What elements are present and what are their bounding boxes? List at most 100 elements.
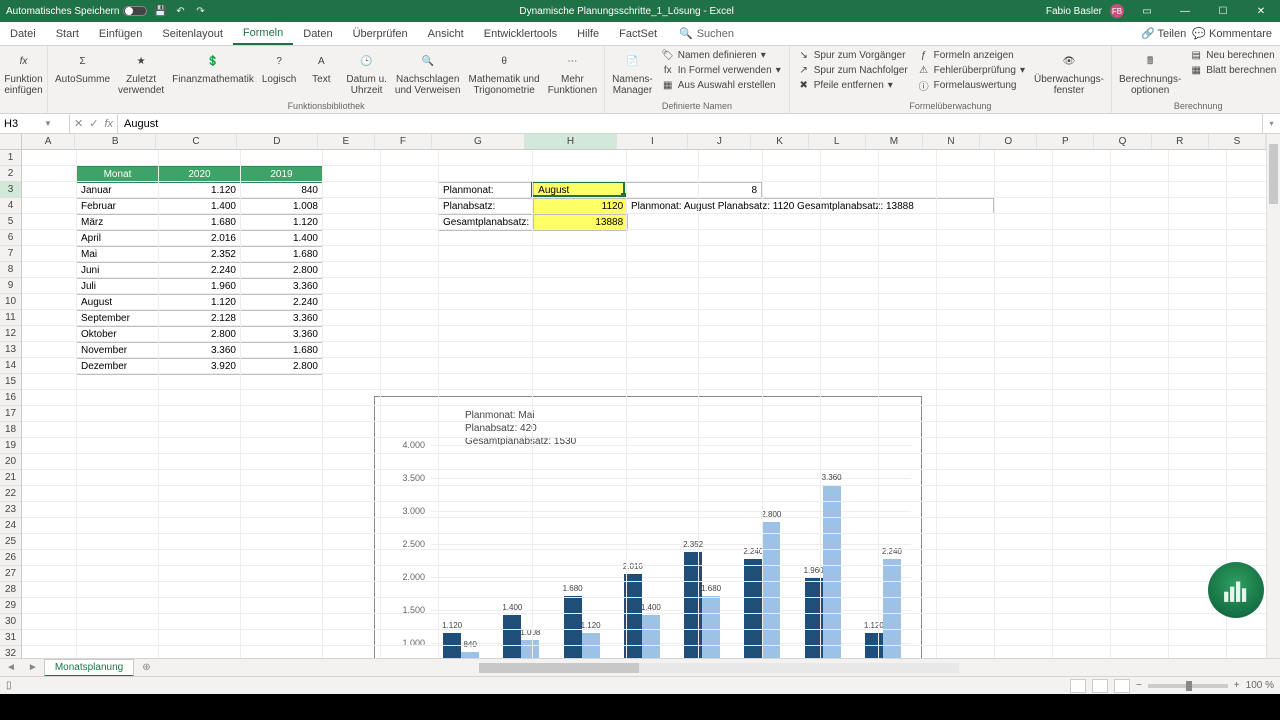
sheet-nav-next-icon[interactable]: ► — [22, 662, 44, 673]
horizontal-scrollbar[interactable] — [159, 663, 1280, 673]
col-header-J[interactable]: J — [688, 134, 751, 149]
use-in-formula-button[interactable]: fxIn Formel verwenden ▾ — [658, 63, 785, 77]
scroll-thumb[interactable] — [1269, 144, 1278, 204]
name-box[interactable]: ▼ — [0, 114, 70, 133]
ribbon-display-icon[interactable]: ▭ — [1132, 0, 1162, 22]
tab-factset[interactable]: FactSet — [609, 22, 667, 45]
tab-formeln[interactable]: Formeln — [233, 22, 293, 45]
name-manager-button[interactable]: 📄Namens- Manager — [609, 48, 656, 98]
col-header-C[interactable]: C — [156, 134, 237, 149]
col-header-H[interactable]: H — [525, 134, 618, 149]
row-header-17[interactable]: 17 — [0, 406, 21, 422]
tab-datei[interactable]: Datei — [0, 22, 46, 45]
row-header-6[interactable]: 6 — [0, 230, 21, 246]
zoom-knob[interactable] — [1186, 681, 1192, 691]
col-header-G[interactable]: G — [432, 134, 525, 149]
tab-daten[interactable]: Daten — [293, 22, 342, 45]
zoom-out-button[interactable]: − — [1136, 680, 1142, 691]
tab-entwicklertools[interactable]: Entwicklertools — [474, 22, 567, 45]
show-formulas-button[interactable]: ƒFormeln anzeigen — [914, 48, 1029, 62]
col-header-K[interactable]: K — [751, 134, 808, 149]
normal-view-button[interactable] — [1070, 679, 1086, 693]
tab-ueberpruefen[interactable]: Überprüfen — [343, 22, 418, 45]
col-header-A[interactable]: A — [22, 134, 75, 149]
comments-button[interactable]: 💬 Kommentare — [1192, 27, 1272, 40]
tab-start[interactable]: Start — [46, 22, 89, 45]
page-layout-view-button[interactable] — [1092, 679, 1108, 693]
zoom-slider[interactable] — [1148, 684, 1228, 688]
col-header-S[interactable]: S — [1209, 134, 1266, 149]
row-header-20[interactable]: 20 — [0, 454, 21, 470]
select-all-corner[interactable] — [0, 134, 22, 150]
trace-precedents-button[interactable]: ↘Spur zum Vorgänger — [794, 48, 912, 62]
logical-button[interactable]: ?Logisch — [259, 48, 299, 87]
col-header-P[interactable]: P — [1037, 134, 1094, 149]
formula-input[interactable] — [124, 118, 1256, 130]
col-header-R[interactable]: R — [1152, 134, 1209, 149]
row-header-8[interactable]: 8 — [0, 262, 21, 278]
row-header-30[interactable]: 30 — [0, 614, 21, 630]
col-header-I[interactable]: I — [617, 134, 688, 149]
autosum-button[interactable]: ΣAutoSumme — [52, 48, 113, 87]
watch-window-button[interactable]: 👁Überwachungs- fenster — [1031, 48, 1107, 98]
row-header-11[interactable]: 11 — [0, 310, 21, 326]
col-header-L[interactable]: L — [809, 134, 866, 149]
row-header-4[interactable]: 4 — [0, 198, 21, 214]
row-header-25[interactable]: 25 — [0, 534, 21, 550]
tab-hilfe[interactable]: Hilfe — [567, 22, 609, 45]
minimize-icon[interactable]: ― — [1170, 0, 1200, 22]
row-header-21[interactable]: 21 — [0, 470, 21, 486]
row-header-27[interactable]: 27 — [0, 566, 21, 582]
define-name-button[interactable]: 🏷Namen definieren ▾ — [658, 48, 785, 62]
sheet-tab-monatsplanung[interactable]: Monatsplanung — [44, 659, 134, 677]
row-header-19[interactable]: 19 — [0, 438, 21, 454]
more-fn-button[interactable]: ⋯Mehr Funktionen — [545, 48, 600, 98]
accept-fx-icon[interactable]: ✓ — [89, 117, 98, 130]
tab-ansicht[interactable]: Ansicht — [418, 22, 474, 45]
save-icon[interactable]: 💾 — [153, 4, 167, 18]
row-header-2[interactable]: 2 — [0, 166, 21, 182]
row-header-29[interactable]: 29 — [0, 598, 21, 614]
trace-dependents-button[interactable]: ↗Spur zum Nachfolger — [794, 63, 912, 77]
row-header-15[interactable]: 15 — [0, 374, 21, 390]
col-header-N[interactable]: N — [923, 134, 980, 149]
datetime-button[interactable]: 🕒Datum u. Uhrzeit — [343, 48, 390, 98]
col-header-E[interactable]: E — [318, 134, 375, 149]
worksheet-grid[interactable]: ABCDEFGHIJKLMNOPQRS 12345678910111213141… — [0, 134, 1280, 658]
row-header-14[interactable]: 14 — [0, 358, 21, 374]
hscroll-thumb[interactable] — [479, 663, 639, 673]
redo-icon[interactable]: ↷ — [193, 4, 207, 18]
col-header-D[interactable]: D — [237, 134, 318, 149]
zoom-in-button[interactable]: + — [1234, 680, 1240, 691]
row-header-18[interactable]: 18 — [0, 422, 21, 438]
row-header-28[interactable]: 28 — [0, 582, 21, 598]
record-macro-icon[interactable]: ▯ — [6, 680, 12, 691]
close-icon[interactable]: ✕ — [1246, 0, 1276, 22]
autosave-toggle[interactable]: Automatisches Speichern — [6, 6, 147, 17]
vertical-scrollbar[interactable] — [1266, 134, 1280, 658]
row-header-23[interactable]: 23 — [0, 502, 21, 518]
cancel-fx-icon[interactable]: ✕ — [74, 117, 83, 130]
tab-seitenlayout[interactable]: Seitenlayout — [152, 22, 233, 45]
col-header-F[interactable]: F — [375, 134, 432, 149]
row-header-10[interactable]: 10 — [0, 294, 21, 310]
row-header-13[interactable]: 13 — [0, 342, 21, 358]
user-avatar-icon[interactable]: FB — [1110, 4, 1124, 18]
financial-button[interactable]: 💲Finanzmathematik — [169, 48, 257, 87]
row-header-24[interactable]: 24 — [0, 518, 21, 534]
col-header-M[interactable]: M — [866, 134, 923, 149]
insert-function-button[interactable]: fxFunktion einfügen — [1, 48, 45, 98]
math-button[interactable]: θMathematik und Trigonometrie — [466, 48, 543, 98]
row-header-3[interactable]: 3 — [0, 182, 21, 198]
row-header-16[interactable]: 16 — [0, 390, 21, 406]
chevron-down-icon[interactable]: ▼ — [44, 119, 52, 128]
undo-icon[interactable]: ↶ — [173, 4, 187, 18]
text-button[interactable]: AText — [301, 48, 341, 87]
tab-einfuegen[interactable]: Einfügen — [89, 22, 152, 45]
tell-me-search[interactable]: 🔍 Suchen — [667, 22, 734, 45]
error-check-button[interactable]: ⚠Fehlerüberprüfung ▾ — [914, 63, 1029, 77]
row-header-22[interactable]: 22 — [0, 486, 21, 502]
calc-options-button[interactable]: 🖩Berechnungs- optionen — [1116, 48, 1184, 98]
expand-formula-bar-icon[interactable]: ▾ — [1262, 114, 1280, 133]
row-header-32[interactable]: 32 — [0, 646, 21, 658]
